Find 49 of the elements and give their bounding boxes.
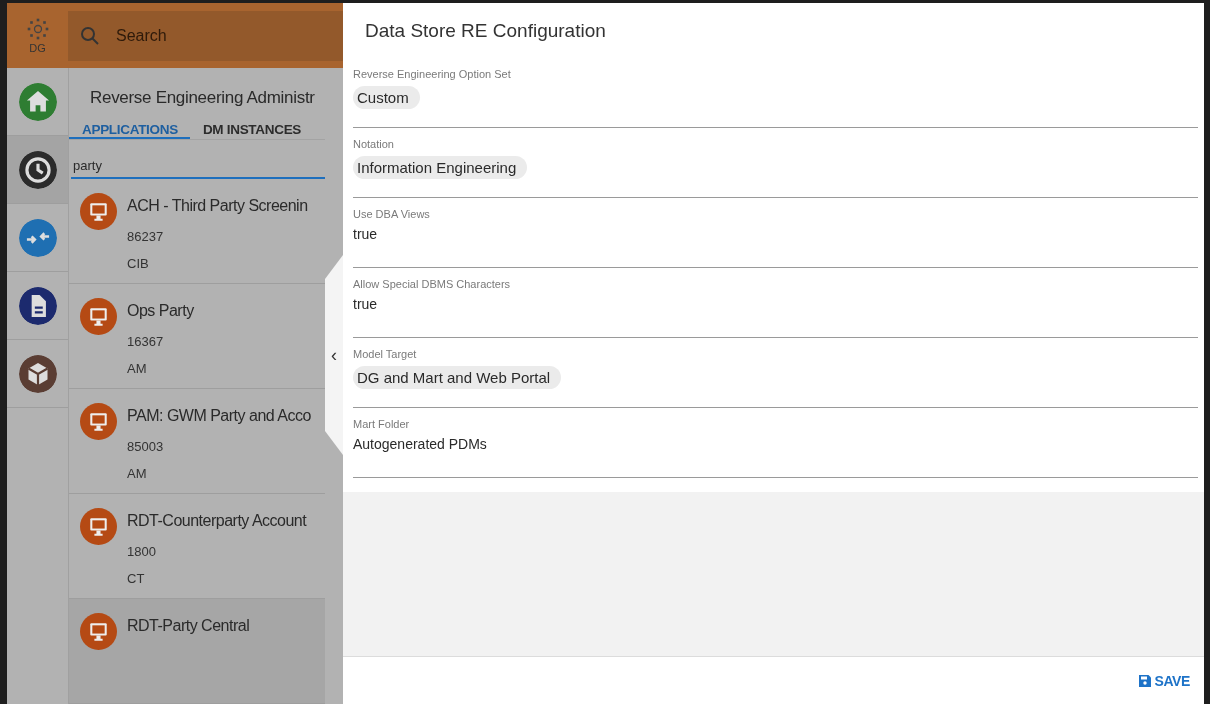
form-field[interactable]: Use DBA Views true xyxy=(353,198,1198,268)
tab[interactable]: DM INSTANCES xyxy=(189,112,314,140)
monitor-icon xyxy=(80,508,117,545)
application-list-item[interactable]: Ops Party 16367 AM xyxy=(69,284,325,389)
field-label: Mart Folder xyxy=(353,418,410,430)
field-label: Model Target xyxy=(353,348,417,360)
search-icon xyxy=(80,25,100,46)
value-chip: DG and Mart and Web Portal xyxy=(353,366,562,389)
field-label: Notation xyxy=(353,138,394,150)
monitor-icon xyxy=(80,298,117,335)
field-value: true xyxy=(353,296,378,312)
value-chip: Information Engineering xyxy=(353,156,528,179)
logo-text: DG xyxy=(29,41,46,54)
monitor-icon xyxy=(80,193,117,230)
application-list-item[interactable]: ACH - Third Party Screenin 86237 CIB xyxy=(69,179,325,284)
application-id: 86237 xyxy=(127,229,165,244)
application-name: RDT-Counterparty Account xyxy=(127,512,307,530)
value-chip: Custom xyxy=(353,86,420,109)
field-label: Reverse Engineering Option Set xyxy=(353,68,511,80)
application-name: Ops Party xyxy=(127,302,194,320)
application-code: CT xyxy=(127,571,146,586)
field-label: Use DBA Views xyxy=(353,208,430,220)
application-code: AM xyxy=(127,466,148,481)
page-title: Reverse Engineering Administr xyxy=(89,87,316,109)
application-id: 16367 xyxy=(127,334,165,349)
form-field[interactable]: Model Target DG and Mart and Web Portal xyxy=(353,338,1198,408)
application-code: AM xyxy=(127,361,148,376)
collapse-handle[interactable]: ‹ xyxy=(325,255,343,455)
filter-field[interactable]: party xyxy=(71,154,325,179)
form-field[interactable]: Notation Information Engineering xyxy=(353,128,1198,198)
form-field[interactable]: Reverse Engineering Option Set Custom xyxy=(353,58,1198,128)
application-name: RDT-Party Central xyxy=(127,617,250,635)
panel-title: Data Store RE Configuration xyxy=(364,19,607,43)
application-list-item[interactable]: RDT-Party Central xyxy=(69,599,325,704)
form-field[interactable]: Allow Special DBMS Characters true xyxy=(353,268,1198,338)
field-value: true xyxy=(353,226,378,242)
application-code: CIB xyxy=(127,256,150,271)
monitor-icon xyxy=(80,613,117,650)
application-list-item[interactable]: PAM: GWM Party and Acco 85003 AM xyxy=(69,389,325,494)
field-label: Allow Special DBMS Characters xyxy=(353,278,511,290)
application-name: PAM: GWM Party and Acco xyxy=(127,407,311,425)
application-id: 85003 xyxy=(127,439,165,454)
save-button[interactable]: SAVE xyxy=(1132,671,1196,690)
form-field[interactable]: Mart Folder Autogenerated PDMs xyxy=(353,408,1198,478)
application-name: ACH - Third Party Screenin xyxy=(127,197,308,215)
application-id: 1800 xyxy=(127,544,157,559)
field-value: Autogenerated PDMs xyxy=(353,436,487,452)
network-logo-icon xyxy=(26,17,49,40)
monitor-icon xyxy=(80,403,117,440)
